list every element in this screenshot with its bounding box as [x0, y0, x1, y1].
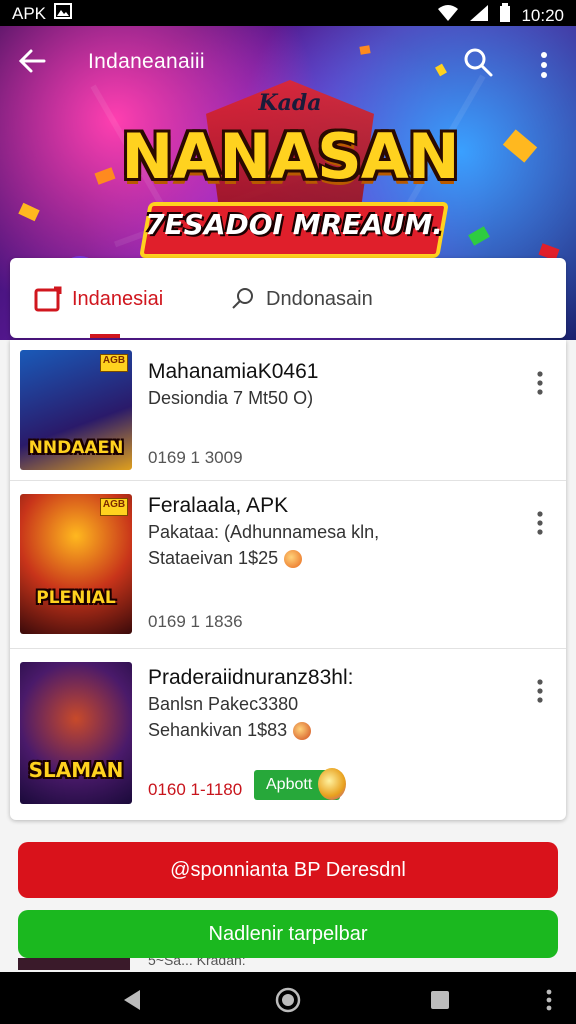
more-vertical-icon [537, 511, 543, 535]
status-time: 10:20 [521, 5, 564, 25]
item-meta: 0169 1 3009 [148, 448, 243, 467]
nav-back-button[interactable] [118, 986, 146, 1014]
primary-download-button[interactable]: @sponnianta BP Deresdnl [18, 842, 558, 898]
search-button[interactable] [462, 46, 500, 84]
status-app-label: APK [12, 3, 47, 23]
wifi-icon [437, 4, 459, 27]
item-more-button[interactable] [530, 510, 550, 540]
signal-icon [469, 4, 489, 27]
thumb-title: NNDAAEN [28, 438, 124, 458]
arrow-left-icon [18, 49, 46, 73]
nav-home-button[interactable] [274, 986, 302, 1014]
next-list-item-peek: 5~Sa... Kradan: [18, 958, 558, 970]
thumb-corner-badge: AGB [100, 498, 128, 516]
logo-big-text: NANASAN [121, 120, 459, 193]
item-price: Stataeivan 1$25 [148, 548, 279, 568]
thumb-corner-badge: AGB [100, 354, 128, 372]
tab-bar: Indanesiai Dndonasain [10, 258, 566, 338]
nav-recents-button[interactable] [428, 988, 452, 1012]
thumb-title: PLENIAL [36, 588, 116, 608]
item-title: MahanamiaK0461 [148, 360, 319, 383]
tab-dndonasain[interactable]: Dndonasain [230, 282, 373, 316]
item-subtitle: Desiondia 7 Mt50 O) [148, 388, 314, 408]
update-button[interactable]: Apbott [254, 768, 347, 800]
item-title: Praderaiidnuranz83hl: [148, 666, 354, 689]
item-meta: 0169 1 1836 [148, 612, 243, 631]
app-list: AGB NNDAAEN MahanamiaK0461 Desiondia 7 M… [10, 340, 566, 820]
image-icon [54, 3, 73, 24]
square-recents-icon [431, 991, 449, 1009]
list-item[interactable]: AGB PLENIAL Feralaala, APK Pakataa: (Adh… [10, 484, 566, 644]
thumb-title: SLAMAN [28, 758, 124, 782]
item-meta: 0160 1-1180 [148, 780, 243, 799]
nav-menu-button[interactable] [544, 988, 554, 1012]
item-subtitle: Banlsn Pakec3380 [148, 694, 299, 714]
confetti-piece [468, 226, 490, 246]
search-icon [232, 288, 253, 309]
app-thumbnail: SLAMAN [20, 662, 132, 804]
confetti-piece [94, 167, 116, 185]
item-price-line: Stataeivan 1$25 [148, 548, 303, 569]
game-logo: Kada NANASAN 7ESADOI MREAUM. [120, 66, 460, 276]
confetti-piece [502, 129, 538, 163]
list-item[interactable]: AGB NNDAAEN MahanamiaK0461 Desiondia 7 M… [10, 340, 566, 500]
search-icon [464, 48, 493, 77]
more-options-button[interactable] [528, 46, 560, 84]
item-more-button[interactable] [530, 370, 550, 400]
peek-thumbnail [18, 958, 130, 970]
more-vertical-icon [541, 52, 547, 78]
app-bar-title: Indaneanaiii [88, 50, 205, 73]
item-more-button[interactable] [530, 678, 550, 708]
item-subtitle: Pakataa: (Adhunnamesa kln, [148, 522, 380, 542]
peek-text: 5~Sa... Kradan: [148, 958, 246, 968]
app-thumbnail: AGB PLENIAL [20, 494, 132, 634]
more-vertical-icon [537, 679, 543, 703]
divider [10, 648, 566, 649]
system-nav-bar [0, 972, 576, 1024]
status-bar-left: APK [12, 3, 73, 24]
update-button-label: Apbott [266, 776, 313, 793]
triangle-back-icon [124, 990, 140, 1010]
circle-home-icon [275, 987, 301, 1013]
more-vertical-icon [546, 989, 552, 1011]
tag-icon [34, 286, 62, 312]
tab-label: Indanesiai [72, 287, 164, 310]
confetti-piece [18, 202, 40, 222]
status-bar-right: 10:20 [437, 3, 564, 28]
item-price: Sehankivan 1$83 [148, 720, 288, 740]
item-price-line: Sehankivan 1$83 [148, 720, 312, 741]
status-bar: APK 10:20 [0, 0, 576, 26]
coin-icon [293, 722, 312, 741]
app-thumbnail: AGB NNDAAEN [20, 350, 132, 470]
item-title: Feralaala, APK [148, 494, 289, 517]
secondary-action-button[interactable]: Nadlenir tarpelbar [18, 910, 558, 958]
divider [10, 480, 566, 481]
more-vertical-icon [537, 371, 543, 395]
back-button[interactable] [16, 44, 56, 84]
active-tab-indicator [90, 334, 120, 338]
battery-icon [499, 3, 511, 28]
top-app-bar: Indaneanaiii [0, 36, 576, 90]
tab-label: Dndonasain [266, 287, 373, 310]
logo-small-text: Kada [258, 90, 322, 116]
coin-icon [284, 550, 303, 569]
tab-indanesiai[interactable]: Indanesiai [34, 282, 163, 316]
logo-ribbon-text: 7ESADOI MREAUM. [145, 208, 443, 241]
